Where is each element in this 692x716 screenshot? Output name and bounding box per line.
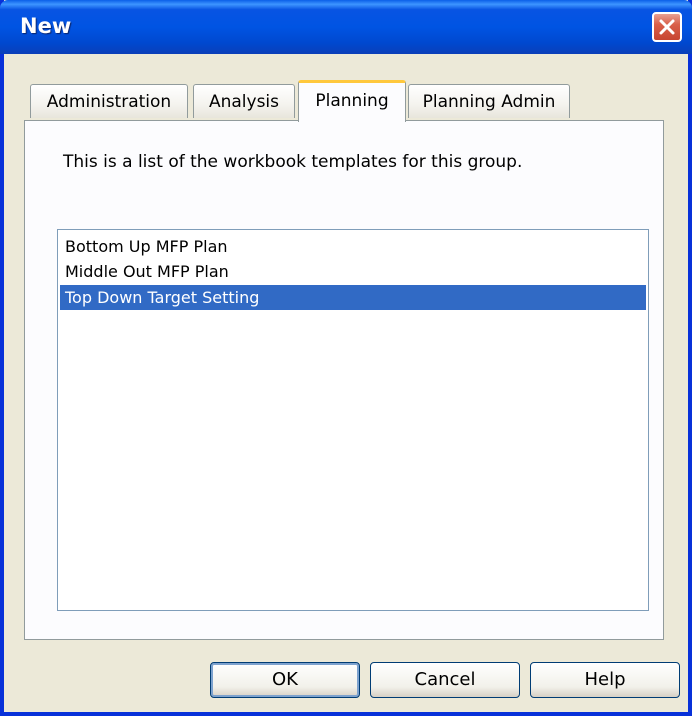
tab-analysis[interactable]: Analysis [193, 84, 295, 118]
title-bar[interactable]: New [0, 0, 692, 54]
close-button[interactable] [652, 12, 682, 42]
list-item[interactable]: Middle Out MFP Plan [60, 259, 646, 284]
description-text: This is a list of the workbook templates… [63, 152, 523, 172]
window-title: New [20, 14, 72, 38]
help-button[interactable]: Help [530, 662, 680, 698]
tab-planning[interactable]: Planning [298, 80, 406, 122]
cancel-button[interactable]: Cancel [370, 662, 520, 698]
template-list[interactable]: Bottom Up MFP Plan Middle Out MFP Plan T… [57, 229, 649, 611]
tab-panel-planning: This is a list of the workbook templates… [24, 120, 664, 640]
list-item-selected[interactable]: Top Down Target Setting [60, 285, 646, 310]
tab-administration[interactable]: Administration [30, 84, 188, 118]
list-item[interactable]: Bottom Up MFP Plan [60, 234, 646, 259]
tab-planning-admin[interactable]: Planning Admin [408, 84, 570, 118]
close-icon [659, 19, 675, 35]
ok-button[interactable]: OK [210, 662, 360, 698]
